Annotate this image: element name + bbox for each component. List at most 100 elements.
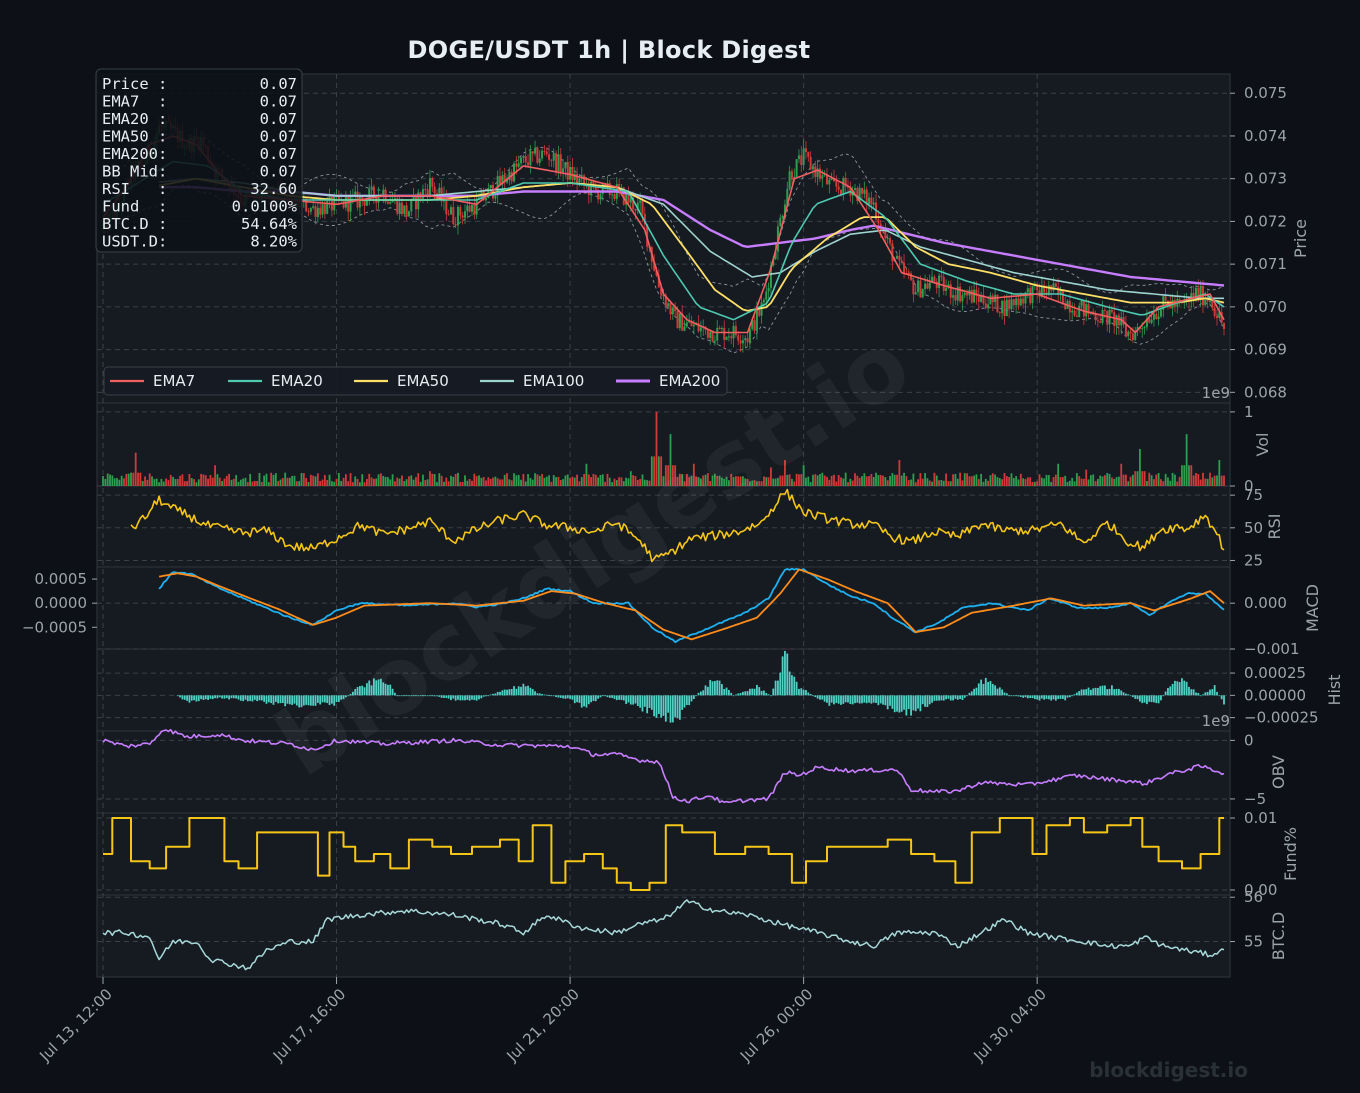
hist-bar: [886, 695, 889, 710]
x-tick-label: Jul 21, 20:00: [503, 985, 583, 1065]
candle-body: [725, 336, 728, 340]
volume-bar: [536, 474, 539, 486]
y-axis-label-obv: OBV: [1269, 755, 1288, 789]
hist-bar: [1211, 689, 1214, 696]
candle-body: [837, 186, 840, 190]
candle-body: [463, 211, 466, 218]
hist-bar: [954, 695, 957, 699]
candle-body: [739, 340, 742, 344]
volume-bar: [889, 475, 891, 486]
hist-bar: [618, 695, 621, 700]
candle-body: [321, 204, 324, 215]
candle-body: [1164, 296, 1167, 301]
hist-bar: [1160, 695, 1162, 701]
candle-body: [933, 276, 936, 282]
volume-bar: [1174, 474, 1176, 486]
volume-bar: [361, 474, 364, 486]
volume-bar: [410, 475, 413, 486]
hist-bar: [727, 690, 730, 696]
volume-bar: [333, 481, 336, 486]
hist-bar: [863, 695, 866, 703]
volume-bar: [970, 476, 973, 486]
candle-body: [314, 206, 317, 217]
hist-bar: [702, 690, 705, 696]
candle-body: [746, 338, 749, 343]
hist-bar: [737, 693, 740, 696]
volume-bar: [387, 477, 389, 486]
volume-bar: [538, 475, 541, 486]
hist-bar: [805, 690, 807, 696]
volume-bar: [503, 474, 506, 486]
y-tick-label-price: 0.072: [1244, 212, 1287, 230]
hist-bar: [564, 695, 567, 699]
hist-bar: [861, 695, 863, 704]
volume-bar: [351, 482, 354, 486]
hist-bar: [1218, 695, 1221, 697]
candle-body: [639, 200, 642, 203]
volume-bar: [244, 477, 247, 486]
volume-bar: [1199, 479, 1202, 486]
volume-bar: [900, 475, 903, 486]
hist-bar: [611, 695, 614, 698]
volume-bar: [543, 477, 546, 486]
candle-body: [1080, 300, 1083, 306]
hist-bar: [1146, 695, 1148, 705]
hist-bar: [522, 683, 525, 696]
volume-bar: [1085, 469, 1088, 486]
hist-bar: [1153, 695, 1155, 703]
volume-bar: [426, 479, 429, 486]
candle-body: [1208, 301, 1211, 303]
hist-bar: [197, 695, 200, 702]
volume-bar: [207, 478, 209, 486]
hist-bar: [1202, 694, 1204, 696]
candle-body: [1124, 324, 1127, 337]
volume-bar: [237, 481, 240, 486]
candle-body: [435, 193, 438, 195]
volume-bar: [919, 473, 922, 486]
volume-bar: [125, 473, 128, 486]
hist-bar: [823, 695, 826, 702]
volume-bar: [1101, 476, 1104, 486]
volume-bar: [272, 474, 275, 486]
volume-bar: [274, 473, 277, 486]
volume-bar: [1026, 477, 1029, 486]
volume-bar: [176, 478, 179, 486]
hist-bar: [202, 695, 205, 700]
candle-body: [669, 303, 672, 315]
volume-bar: [947, 481, 950, 486]
candle-body: [461, 215, 464, 218]
volume-bar: [216, 474, 219, 486]
hist-bar: [774, 680, 777, 696]
candle-body: [485, 198, 488, 201]
candle-body: [795, 159, 798, 177]
volume-bar: [597, 477, 600, 486]
hist-bar: [1019, 695, 1022, 697]
volume-bar: [966, 473, 969, 486]
candle-body: [1094, 314, 1097, 321]
info-value: 32.60: [250, 180, 297, 198]
hist-bar: [501, 690, 504, 696]
candle-body: [709, 331, 712, 338]
candle-body: [1026, 288, 1029, 293]
volume-bar: [466, 480, 469, 486]
hist-bar: [1113, 689, 1116, 696]
info-value: 8.20%: [250, 233, 297, 251]
candle-body: [312, 206, 315, 208]
hist-bar: [699, 691, 702, 696]
hist-bar: [1085, 689, 1088, 696]
volume-bar: [1176, 481, 1179, 486]
volume-bar: [1024, 479, 1027, 486]
hist-bar: [1108, 688, 1111, 696]
volume-bar: [826, 476, 828, 486]
candle-body: [475, 198, 478, 215]
volume-bar: [555, 477, 557, 486]
volume-bar: [398, 478, 401, 486]
candle-body: [734, 325, 737, 336]
volume-bar: [1033, 481, 1036, 486]
volume-bar: [501, 479, 504, 486]
hist-bar: [819, 695, 821, 700]
volume-bar: [433, 474, 436, 486]
hist-bar: [1136, 695, 1139, 700]
volume-bar: [875, 472, 877, 486]
volume-bar: [1211, 477, 1214, 486]
